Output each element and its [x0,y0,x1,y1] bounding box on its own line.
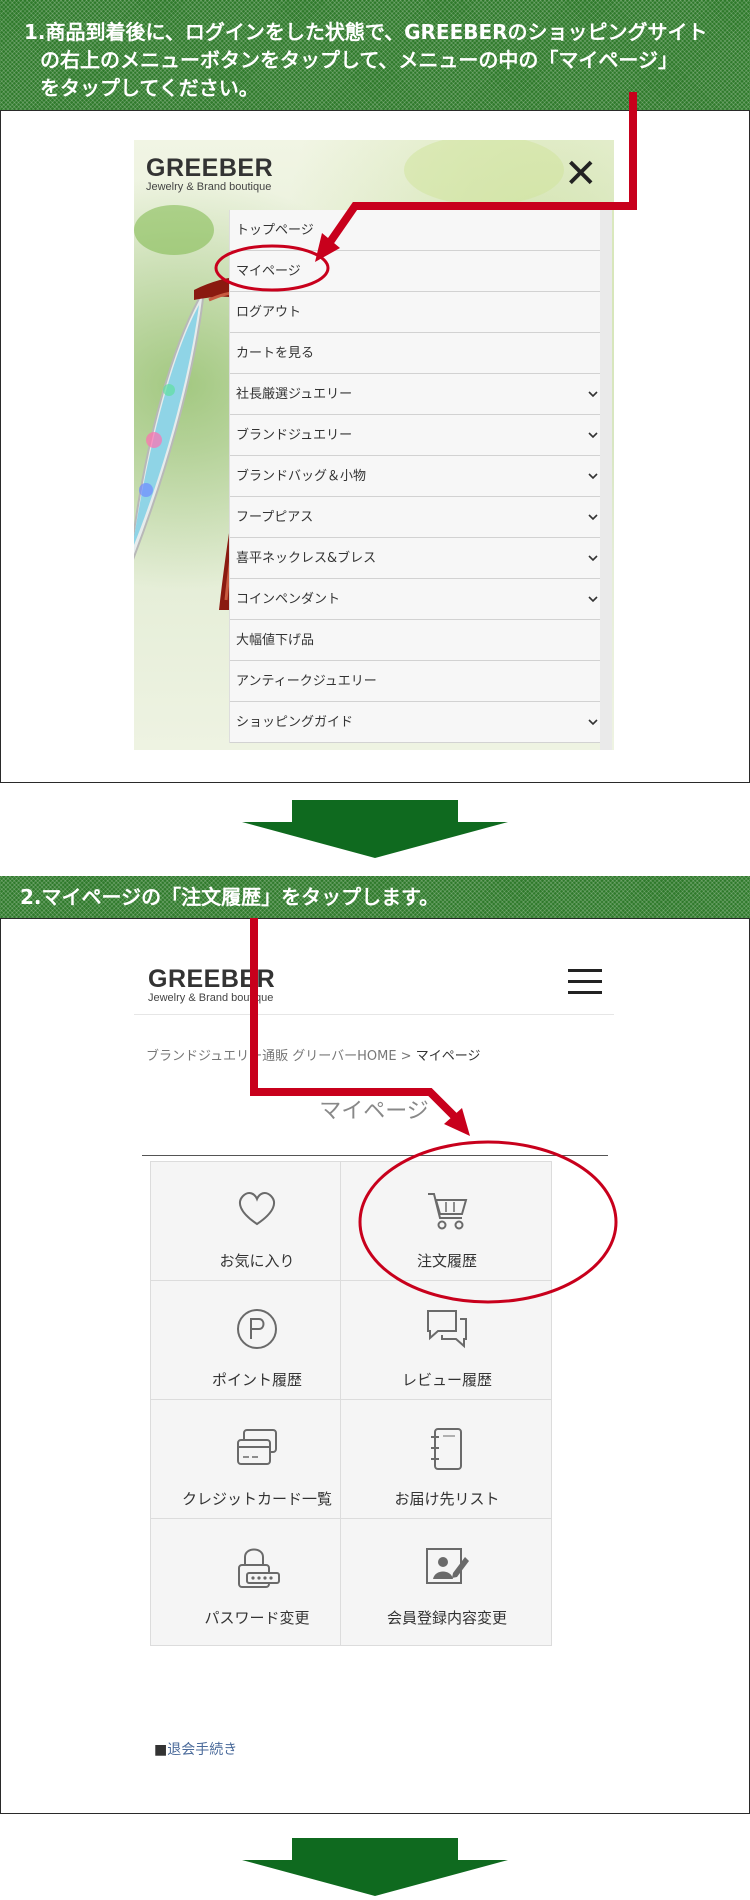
menu-item-label: マイページ [236,264,301,279]
menu-item-label: ブランドバッグ＆小物 [236,469,367,484]
site-logo[interactable]: GREEBER Jewelry & Brand boutique [148,965,275,1004]
menu-item[interactable]: アンティークジュエリー [230,661,611,702]
menu-hamburger-icon[interactable] [568,969,602,995]
logo-tagline: Jewelry & Brand boutique [146,181,272,193]
mypage-tile-label: レビュー履歴 [401,1371,492,1389]
cart-icon [341,1188,553,1236]
menu-item-label: 大幅値下げ品 [236,633,315,648]
menu-item[interactable]: 喜平ネックレス&ブレス [230,538,611,579]
chevron-down-icon[interactable] [587,593,599,608]
menu-item[interactable]: ブランドバッグ＆小物 [230,456,611,497]
logo-tagline: Jewelry & Brand boutique [148,992,274,1004]
mypage-tile[interactable]: お届け先リスト [340,1399,552,1527]
step1-instruction-banner: 1.商品到着後に、ログインをした状態で、GREEBERのショッピングサイト の右… [0,0,750,110]
next-step-arrow [242,800,508,858]
mypage-screenshot: GREEBER Jewelry & Brand boutique ブランドジュエ… [134,947,614,1773]
menu-item-label: 社長厳選ジュエリー [236,387,353,402]
menu-item-label: コインペンダント [236,592,341,607]
menu-item-label: ブランドジュエリー [236,428,353,443]
chat-icon [341,1307,553,1355]
title-divider [142,1155,608,1156]
logo-name: GREEBER [146,154,274,182]
mypage-tile-label: お気に入り [219,1252,295,1270]
profile-edit-icon [341,1545,553,1593]
menu-screenshot: GREEBER Jewelry & Brand boutique ✕ トップペー… [134,140,614,750]
chevron-down-icon[interactable] [587,552,599,567]
mypage-tile[interactable]: お気に入り [150,1161,362,1289]
menu-item[interactable]: トップページ [230,210,611,251]
menu-item-label: ショッピングガイド [236,715,354,730]
chevron-down-icon[interactable] [587,511,599,526]
chevron-down-icon[interactable] [587,470,599,485]
credit-card-icon [151,1426,363,1474]
menu-item-label: カートを見る [236,346,315,361]
menu-item-label: フープピアス [236,510,314,525]
breadcrumb-separator: > [396,1049,416,1064]
menu-item-label: 喜平ネックレス&ブレス [236,551,377,566]
menu-item[interactable]: マイページ [230,251,611,292]
mypage-tile[interactable]: レビュー履歴 [340,1280,552,1408]
menu-item[interactable]: フープピアス [230,497,611,538]
breadcrumb-home-link[interactable]: ブランドジュエリー通販 グリーバーHOME [146,1049,397,1064]
mypage-tile-label: お届け先リスト [394,1490,500,1508]
mypage-tile[interactable]: ポイント履歴 [150,1280,362,1408]
mypage-tile[interactable]: パスワード変更 [150,1518,362,1646]
withdraw-link-row: ■退会手続き [154,1739,237,1759]
menu-item-label: ログアウト [236,305,302,320]
nav-menu: トップページ マイページログアウトカートを見る社長厳選ジュエリー ブランドジュエリー… [229,210,611,743]
close-menu-icon[interactable]: ✕ [564,154,598,194]
chevron-down-icon[interactable] [587,429,599,444]
step1-line1: 1.商品到着後に、ログインをした状態で、GREEBERのショッピングサイト [24,20,708,44]
logo-name: GREEBER [148,965,276,993]
menu-item[interactable]: 大幅値下げ品 [230,620,611,661]
step2-instruction-banner: 2.マイページの「注文履歴」をタップします。 [0,876,750,918]
site-logo[interactable]: GREEBER Jewelry & Brand boutique [146,154,273,193]
chevron-down-icon[interactable] [587,388,599,403]
step1-line2: の右上のメニューボタンをタップして、メニューの中の「マイページ」 [40,48,678,72]
site-header: GREEBER Jewelry & Brand boutique [134,947,614,1015]
menu-item[interactable]: 社長厳選ジュエリー [230,374,611,415]
lock-icon [151,1545,363,1593]
mypage-tile-label: 会員登録内容変更 [386,1609,507,1627]
menu-item-label: アンティークジュエリー [236,674,377,689]
withdraw-link[interactable]: 退会手続き [167,1742,237,1758]
mypage-tile-label: 注文履歴 [416,1252,477,1270]
point-icon [151,1307,363,1355]
mypage-tile[interactable]: クレジットカード一覧 [150,1399,362,1527]
menu-item[interactable]: ログアウト [230,292,611,333]
menu-item[interactable]: ショッピングガイド [230,702,611,743]
heart-icon [151,1188,363,1236]
menu-item-label: トップページ [236,223,314,238]
menu-scrollbar[interactable] [600,210,612,750]
mypage-tile-label: ポイント履歴 [211,1371,302,1389]
address-book-icon [341,1426,553,1474]
chevron-down-icon[interactable] [587,716,599,731]
breadcrumb-current: マイページ [415,1049,481,1064]
page-title: マイページ [319,1099,429,1124]
step1-line3: をタップしてください。 [40,76,259,100]
mypage-tile[interactable]: 会員登録内容変更 [340,1518,552,1646]
menu-item[interactable]: ブランドジュエリー [230,415,611,456]
mypage-tile[interactable]: 注文履歴 [340,1161,552,1289]
menu-item[interactable]: カートを見る [230,333,611,374]
step2-text: 2.マイページの「注文履歴」をタップします。 [20,885,440,909]
bullet-icon: ■ [154,1742,168,1758]
next-step-arrow [242,1838,508,1896]
mypage-tile-label: パスワード変更 [204,1609,310,1627]
menu-item[interactable]: コインペンダント [230,579,611,620]
mypage-tile-label: クレジットカード一覧 [181,1490,332,1508]
breadcrumb: ブランドジュエリー通販 グリーバーHOME > マイページ [146,1045,480,1064]
